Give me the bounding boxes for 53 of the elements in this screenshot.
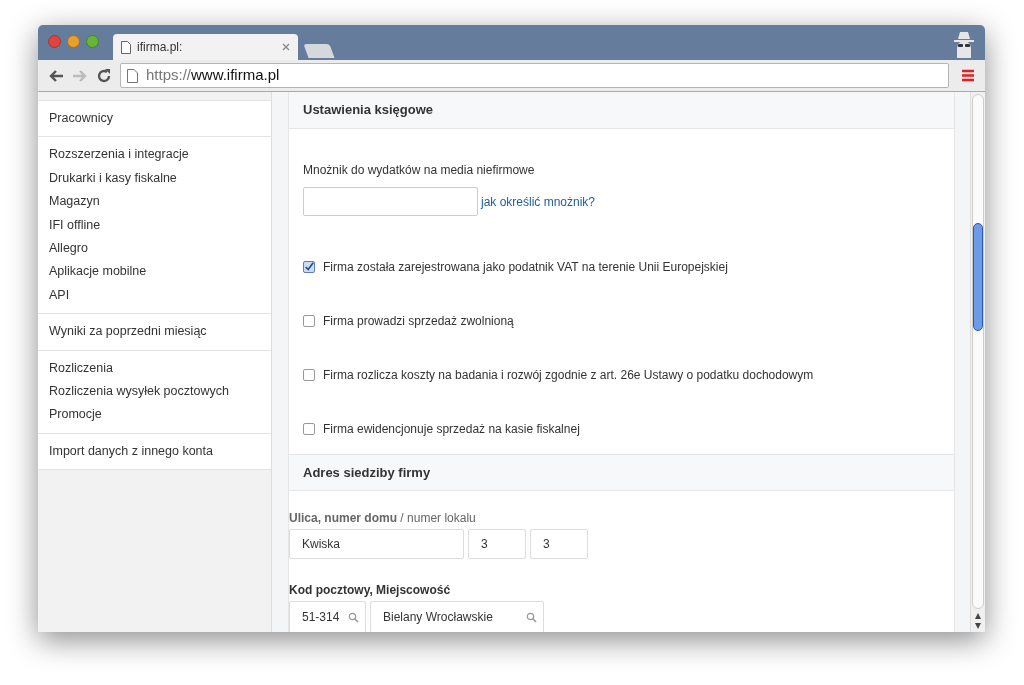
page-icon — [127, 68, 138, 83]
sidebar-link[interactable]: Aplikacje mobilne — [38, 260, 271, 284]
city-input[interactable]: Bielany Wrocławskie — [370, 601, 544, 632]
new-tab-button[interactable] — [303, 44, 335, 58]
sidebar-link[interactable]: IFI offline — [38, 213, 271, 238]
close-icon[interactable] — [282, 43, 290, 51]
checkbox[interactable] — [303, 423, 315, 435]
sidebar-link[interactable]: Rozliczenia wysyłek pocztowych — [38, 380, 271, 404]
checkbox-label: Firma została zarejestrowana jako podatnik VAT na terenie Unii Europejskiej — [323, 259, 728, 276]
search-icon — [348, 611, 359, 623]
sidebar-link[interactable]: Drukarki i kasy fiskalne — [38, 166, 271, 191]
sidebar-link[interactable]: Rozliczenia — [38, 356, 271, 381]
reload-icon[interactable] — [96, 67, 112, 84]
minimize-window-button[interactable] — [67, 35, 80, 48]
checkbox[interactable] — [303, 261, 315, 273]
sidebar-link[interactable]: Rozszerzenia i integracje — [38, 143, 271, 167]
menu-icon[interactable] — [961, 69, 975, 82]
browser-tab[interactable]: ifirma.pl: — [113, 34, 298, 60]
section-title: Ustawienia księgowe — [303, 101, 434, 120]
sidebar-link[interactable]: Import danych z innego konta — [38, 439, 271, 464]
sidebar-link[interactable]: API — [38, 283, 271, 308]
sidebar-link[interactable]: Pracownicy — [38, 107, 271, 131]
url-text: https://www.ifirma.pl — [146, 65, 280, 86]
checkbox[interactable] — [303, 315, 315, 327]
tab-title: ifirma.pl: — [137, 39, 183, 56]
scroll-down-icon[interactable] — [974, 622, 982, 630]
address-bar[interactable]: https://www.ifirma.pl — [120, 63, 949, 88]
checkbox[interactable] — [303, 369, 315, 381]
forward-icon[interactable] — [72, 68, 88, 83]
section-title: Adres siedziby firmy — [303, 463, 431, 482]
sidebar-link[interactable]: Allegro — [38, 237, 271, 261]
field-label: Mnożnik do wydatków na media niefirmowe — [303, 162, 536, 179]
field-label: Ulica, numer domu / numer lokalu — [289, 510, 477, 527]
back-icon[interactable] — [48, 68, 64, 83]
field-label: Kod pocztowy, Miejscowość — [289, 582, 452, 599]
house-number-input[interactable]: 3 — [468, 529, 526, 559]
scrollbar-thumb[interactable] — [973, 223, 983, 331]
search-icon — [526, 611, 537, 623]
street-input[interactable]: Kwiska — [289, 529, 464, 559]
scroll-up-icon[interactable] — [974, 612, 982, 620]
checkbox-label: Firma prowadzi sprzedaż zwolnioną — [323, 313, 514, 330]
postal-code-input[interactable]: 51-314 — [289, 601, 366, 632]
sidebar-link[interactable]: Promocje — [38, 403, 271, 427]
zoom-window-button[interactable] — [86, 35, 99, 48]
apartment-number-input[interactable]: 3 — [530, 529, 588, 559]
multiplier-input[interactable] — [303, 187, 478, 216]
help-link[interactable]: jak określić mnożnik? — [481, 192, 596, 211]
checkbox-label: Firma ewidencjonuje sprzedaż na kasie fiskalnej — [323, 421, 580, 438]
sidebar-link[interactable]: Magazyn — [38, 190, 271, 214]
page-icon — [121, 40, 131, 54]
checkbox-label: Firma rozlicza koszty na badania i rozwój zgodnie z art. 26e Ustawy o podatku dochodowym — [323, 367, 814, 384]
sidebar-link[interactable]: Wyniki za poprzedni miesiąc — [38, 320, 271, 344]
close-window-button[interactable] — [48, 35, 61, 48]
